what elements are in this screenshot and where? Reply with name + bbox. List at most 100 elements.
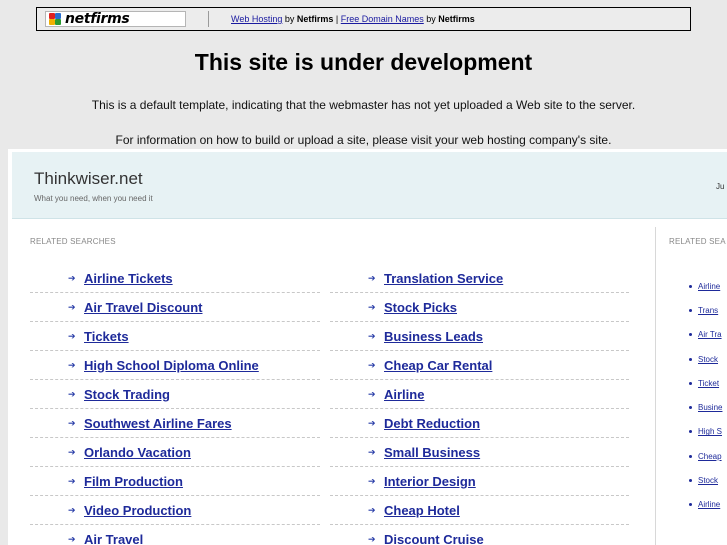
list-item: Busine: [689, 395, 727, 419]
related-link[interactable]: Interior Design: [384, 474, 476, 489]
arrow-right-icon: ➔: [68, 417, 76, 428]
list-item: Airline: [689, 493, 727, 517]
list-item: Ticket: [689, 371, 727, 395]
related-searches-label: RELATED SEARCHES: [30, 237, 116, 246]
banner-links: Web Hosting by Netfirms | Free Domain Na…: [231, 14, 475, 24]
related-link[interactable]: Translation Service: [384, 271, 503, 286]
side-link[interactable]: Trans: [698, 306, 718, 315]
arrow-right-icon: ➔: [368, 504, 376, 515]
list-item: ➔ Southwest Airline Fares: [30, 409, 320, 438]
related-link[interactable]: Debt Reduction: [384, 416, 480, 431]
banner-divider: [208, 11, 209, 27]
list-item: ➔ Translation Service: [330, 264, 629, 293]
list-item: ➔ Small Business: [330, 438, 629, 467]
banner-pipe: |: [333, 14, 341, 24]
side-link[interactable]: High S: [698, 427, 722, 436]
netfirms-logo-text: netfirms: [65, 11, 130, 27]
list-item: ➔ Cheap Hotel: [330, 496, 629, 525]
site-header: Thinkwiser.net What you need, when you n…: [12, 152, 727, 219]
side-link[interactable]: Airline: [698, 282, 720, 291]
related-link[interactable]: High School Diploma Online: [84, 358, 259, 373]
related-link[interactable]: Cheap Car Rental: [384, 358, 492, 373]
related-link[interactable]: Airline Tickets: [84, 271, 173, 286]
side-link[interactable]: Busine: [698, 403, 722, 412]
arrow-right-icon: ➔: [68, 446, 76, 457]
list-item: ➔ Air Travel: [30, 525, 320, 545]
arrow-right-icon: ➔: [68, 475, 76, 486]
arrow-right-icon: ➔: [68, 301, 76, 312]
arrow-right-icon: ➔: [68, 534, 76, 544]
bullet-icon: [689, 381, 692, 385]
list-item: ➔ Air Travel Discount: [30, 293, 320, 322]
bullet-icon: [689, 357, 692, 361]
list-item: ➔ Stock Picks: [330, 293, 629, 322]
arrow-right-icon: ➔: [368, 359, 376, 370]
bullet-icon: [689, 454, 692, 458]
side-link[interactable]: Cheap: [698, 452, 722, 461]
bullet-icon: [689, 333, 692, 337]
related-links-column-2: ➔ Translation Service ➔ Stock Picks ➔ Busin…: [330, 264, 629, 545]
list-item: ➔ Film Production: [30, 467, 320, 496]
related-link[interactable]: Tickets: [84, 329, 129, 344]
related-link[interactable]: Business Leads: [384, 329, 483, 344]
related-link[interactable]: Air Travel Discount: [84, 300, 202, 315]
banner-brand: Netfirms: [438, 14, 475, 24]
list-item: High S: [689, 420, 727, 444]
arrow-right-icon: ➔: [68, 388, 76, 399]
arrow-right-icon: ➔: [368, 330, 376, 341]
arrow-right-icon: ➔: [368, 388, 376, 399]
banner-by-text: by: [423, 14, 439, 24]
parked-page-frame: Thinkwiser.net What you need, when you n…: [8, 149, 727, 545]
site-date: Ju: [716, 182, 725, 191]
related-link[interactable]: Stock Trading: [84, 387, 170, 402]
notice-text: This is a default template, indicating t…: [91, 98, 636, 112]
arrow-right-icon: ➔: [68, 359, 76, 370]
banner-brand: Netfirms: [296, 14, 334, 24]
related-link[interactable]: Southwest Airline Fares: [84, 416, 232, 431]
site-title[interactable]: Thinkwiser.net: [34, 169, 143, 189]
related-link[interactable]: Orlando Vacation: [84, 445, 191, 460]
related-link[interactable]: Discount Cruise: [384, 532, 484, 545]
related-link[interactable]: Video Production: [84, 503, 191, 518]
notice-info-text: For information on how to build or uploa…: [115, 133, 612, 147]
arrow-right-icon: ➔: [368, 446, 376, 457]
list-item: ➔ Debt Reduction: [330, 409, 629, 438]
bullet-icon: [689, 406, 692, 410]
related-link[interactable]: Air Travel: [84, 532, 143, 545]
list-item: ➔ Airline: [330, 380, 629, 409]
list-item: ➔ Business Leads: [330, 322, 629, 351]
bullet-icon: [689, 479, 692, 483]
related-link[interactable]: Small Business: [384, 445, 480, 460]
related-link[interactable]: Airline: [384, 387, 424, 402]
side-link[interactable]: Ticket: [698, 379, 719, 388]
list-item: ➔ Orlando Vacation: [30, 438, 320, 467]
free-domain-names-link[interactable]: Free Domain Names: [341, 14, 424, 24]
related-link[interactable]: Cheap Hotel: [384, 503, 460, 518]
side-link[interactable]: Air Tra: [698, 330, 722, 339]
list-item: Airline: [689, 274, 727, 298]
side-link[interactable]: Airline: [698, 500, 720, 509]
side-related-links: Airline Trans Air Tra Stock Ticket Busin…: [689, 274, 727, 517]
web-hosting-link[interactable]: Web Hosting: [231, 14, 282, 24]
side-link[interactable]: Stock: [698, 476, 718, 485]
arrow-right-icon: ➔: [68, 330, 76, 341]
arrow-right-icon: ➔: [368, 417, 376, 428]
related-searches-label-right: RELATED SEA: [669, 237, 726, 246]
arrow-right-icon: ➔: [68, 272, 76, 283]
bullet-icon: [689, 503, 692, 507]
related-link[interactable]: Film Production: [84, 474, 183, 489]
netfirms-banner: netfirms Web Hosting by Netfirms | Free …: [36, 7, 691, 31]
side-link[interactable]: Stock: [698, 355, 718, 364]
arrow-right-icon: ➔: [368, 475, 376, 486]
netfirms-logo-icon: [49, 13, 63, 25]
arrow-right-icon: ➔: [368, 301, 376, 312]
list-item: Air Tra: [689, 323, 727, 347]
arrow-right-icon: ➔: [368, 272, 376, 283]
netfirms-logo[interactable]: netfirms: [45, 11, 186, 27]
column-divider: [655, 227, 656, 545]
list-item: ➔ Discount Cruise: [330, 525, 629, 545]
related-link[interactable]: Stock Picks: [384, 300, 457, 315]
site-tagline: What you need, when you need it: [34, 194, 153, 203]
bullet-icon: [689, 308, 692, 312]
list-item: Cheap: [689, 444, 727, 468]
